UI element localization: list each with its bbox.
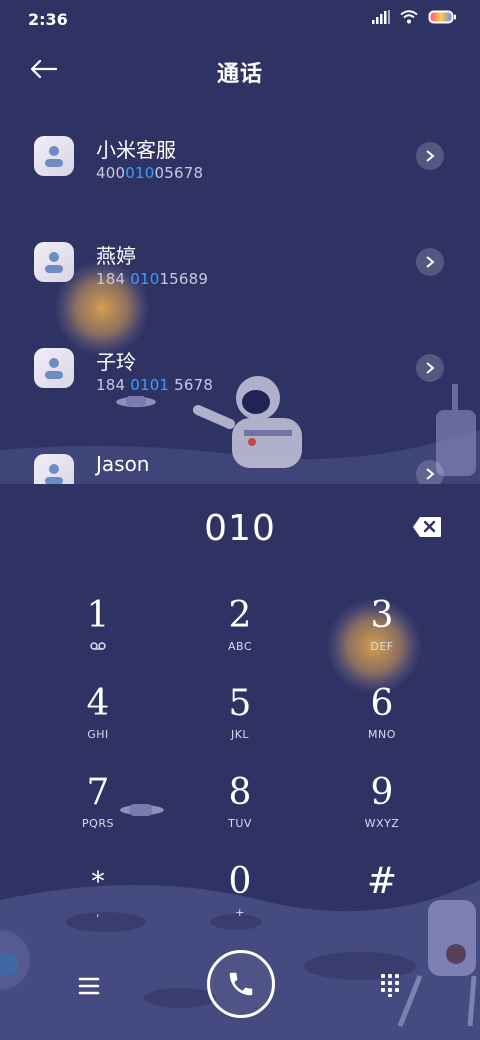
contact-name: 燕婷 [96,244,136,268]
call-button[interactable] [207,950,275,1018]
contact-list: 小米客服 40001005678 燕婷 184 01015689 子玲 184 … [0,104,480,484]
match-highlight: 010 [130,270,160,288]
key-letters: WXYZ [364,817,400,830]
key-letters: JKL [230,728,250,741]
status-icons [372,10,456,24]
contact-name: 小米客服 [96,138,176,162]
contact-name: 子玲 [96,350,136,374]
menu-button[interactable] [76,974,106,998]
chevron-right-icon [426,256,435,268]
contact-details-button[interactable] [416,248,444,276]
contact-row[interactable]: 子玲 184 0101 5678 [0,316,480,420]
key-digit: 5 [228,683,252,724]
key-digit: 2 [228,595,252,636]
voicemail-icon [38,640,158,653]
dialer-panel: 010 1 2 ABC 3 DEF 4 GHI 5 JKL 6 MNO 7 PQ… [0,484,480,1040]
chevron-right-icon [426,362,435,374]
backspace-icon [413,517,441,537]
status-bar: 2:36 [0,0,480,40]
match-highlight: 010 [125,164,155,182]
key-digit: 3 [370,595,394,636]
wifi-icon [400,10,418,24]
header: 通话 [0,40,480,100]
key-1[interactable]: 1 [38,596,158,676]
dialer-bottom-bar [0,930,480,1040]
key-5[interactable]: 5 JKL [180,684,300,764]
avatar [34,454,74,484]
contact-name: Jason [96,452,150,476]
contact-details-button[interactable] [416,460,444,484]
signal-icon [372,10,390,24]
key-digit: * [91,867,105,897]
key-8[interactable]: 8 TUV [180,773,300,853]
key-2[interactable]: 2 ABC [180,596,300,676]
backspace-button[interactable] [412,516,442,538]
avatar [34,242,74,282]
key-digit: 6 [370,683,394,724]
status-time: 2:36 [28,10,68,29]
contact-row[interactable]: 小米客服 40001005678 [0,104,480,208]
battery-icon [428,10,456,24]
phone-icon [229,972,253,996]
dial-input[interactable]: 010 [0,508,480,549]
key-letters: ABC [227,640,253,653]
keypad-toggle-button[interactable] [376,970,404,998]
contact-number: 184 01015689 [96,270,209,288]
person-icon [45,146,63,167]
key-7[interactable]: 7 PQRS [38,773,158,853]
contact-number: 184 0101 5678 [96,376,214,394]
keypad-icon [381,974,399,997]
key-letters: PQRS [82,817,114,830]
menu-icon [78,977,100,995]
key-3[interactable]: 3 DEF [322,596,442,676]
key-letters: + [235,906,245,919]
key-digit: 1 [86,595,110,636]
person-icon [45,358,63,379]
key-9[interactable]: 9 WXYZ [322,773,442,853]
page-title: 通话 [216,62,263,87]
contact-row[interactable]: 燕婷 184 01015689 [0,210,480,314]
key-letters: MNO [368,728,396,741]
contact-row[interactable]: Jason [0,422,480,484]
match-highlight: 0101 [130,376,170,394]
key-letters: GHI [87,728,109,741]
key-6[interactable]: 6 MNO [322,684,442,764]
contact-details-button[interactable] [416,354,444,382]
person-icon [45,252,63,273]
avatar [34,136,74,176]
key-letters: , [96,906,100,919]
contact-number: 40001005678 [96,164,204,182]
chevron-right-icon [426,468,435,480]
key-digit: 9 [370,772,394,813]
key-letters: TUV [228,817,252,830]
key-digit: 0 [228,861,252,902]
key-digit: 4 [86,683,110,724]
contact-details-button[interactable] [416,142,444,170]
key-digit: # [366,861,398,902]
avatar [34,348,74,388]
key-digit: 8 [228,772,252,813]
key-letters: DEF [370,640,394,653]
key-digit: 7 [86,772,110,813]
person-icon [45,464,63,484]
chevron-right-icon [426,150,435,162]
key-4[interactable]: 4 GHI [38,684,158,764]
